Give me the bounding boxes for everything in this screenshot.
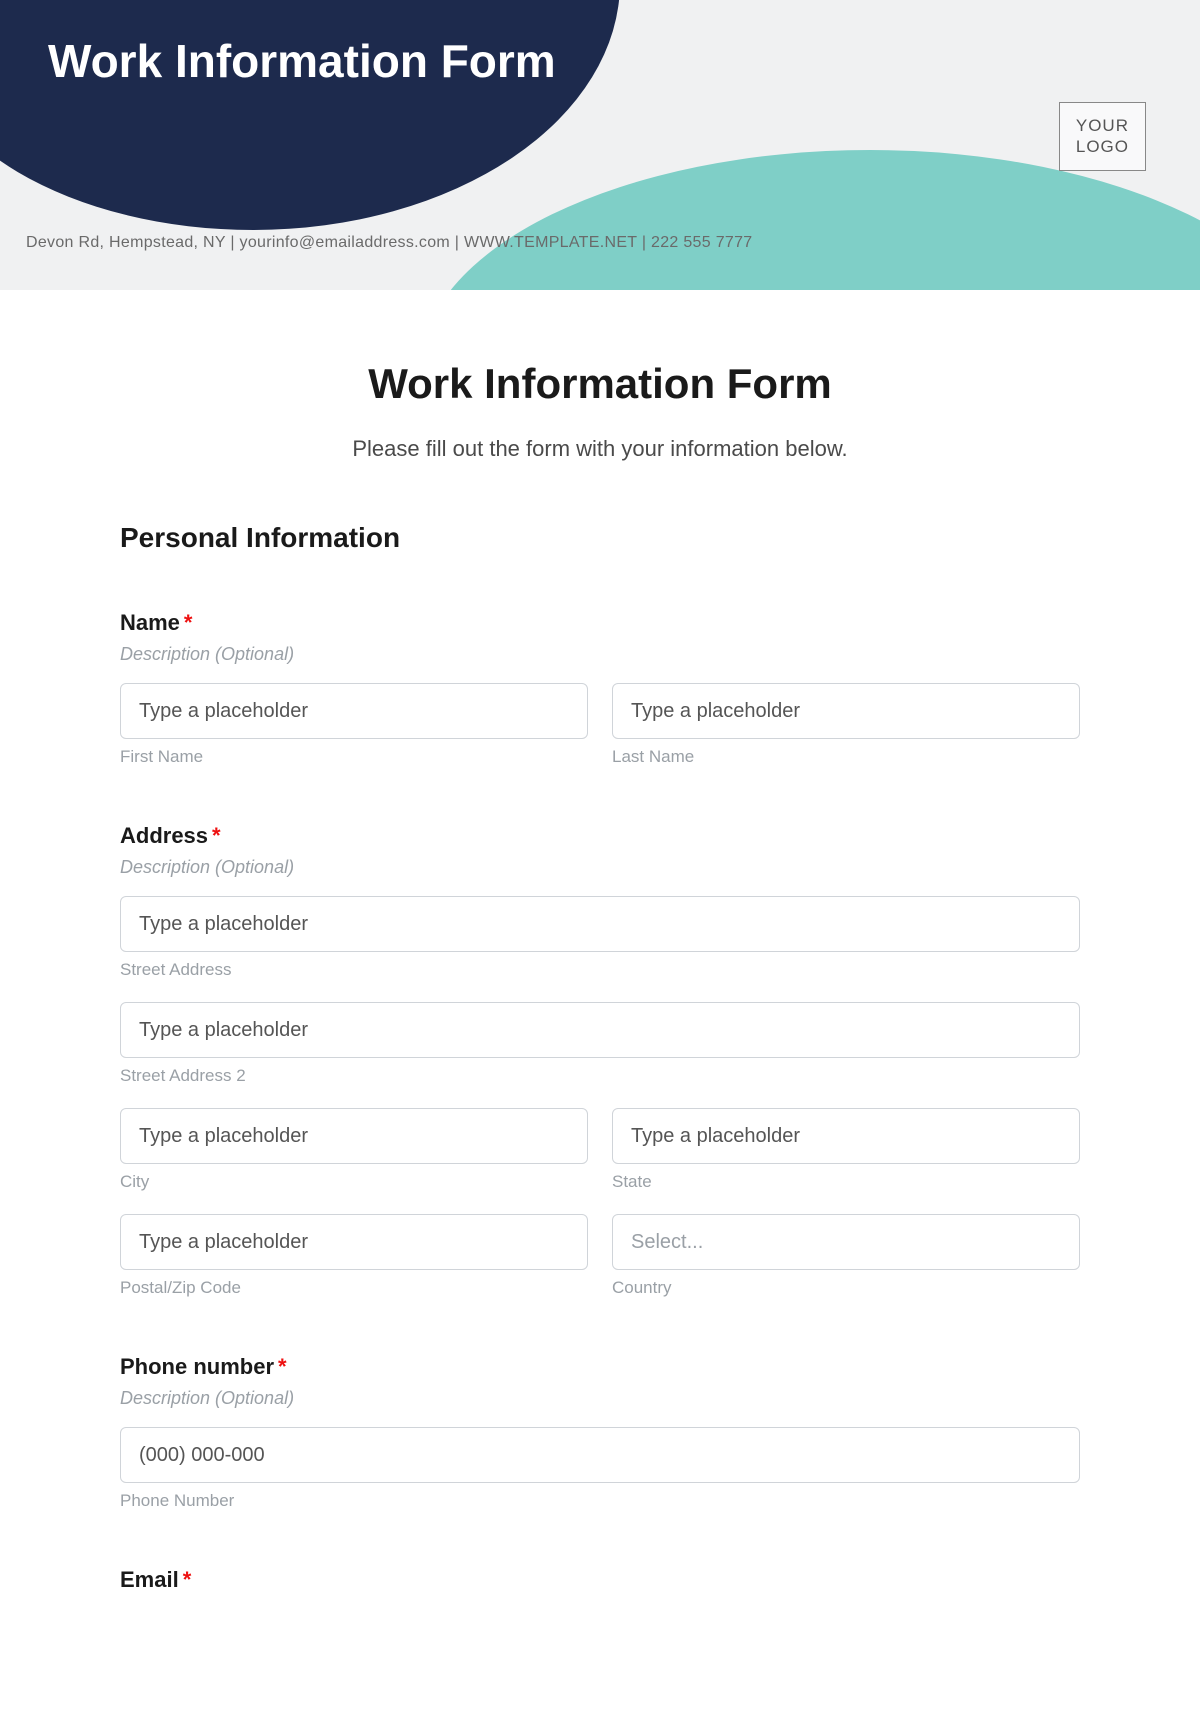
required-mark: * bbox=[183, 1567, 192, 1592]
logo-line-2: LOGO bbox=[1076, 136, 1129, 157]
country-select-placeholder: Select... bbox=[631, 1231, 703, 1254]
field-group-email: Email* bbox=[120, 1567, 1080, 1593]
field-group-address: Address* Description (Optional) Street A… bbox=[120, 823, 1080, 1298]
country-select[interactable]: Select... bbox=[612, 1214, 1080, 1270]
logo-placeholder: YOUR LOGO bbox=[1059, 102, 1146, 171]
state-input[interactable] bbox=[612, 1108, 1080, 1164]
last-name-sublabel: Last Name bbox=[612, 747, 1080, 767]
zip-sublabel: Postal/Zip Code bbox=[120, 1278, 588, 1298]
form-page: Work Information Form Please fill out th… bbox=[0, 290, 1200, 1729]
phone-sublabel: Phone Number bbox=[120, 1491, 1080, 1511]
email-label: Email* bbox=[120, 1567, 1080, 1593]
phone-description: Description (Optional) bbox=[120, 1388, 1080, 1409]
city-input[interactable] bbox=[120, 1108, 588, 1164]
first-name-input[interactable] bbox=[120, 683, 588, 739]
required-mark: * bbox=[184, 610, 193, 635]
phone-label: Phone number* bbox=[120, 1354, 1080, 1380]
phone-input[interactable] bbox=[120, 1427, 1080, 1483]
decor-wave-teal-bottom bbox=[420, 150, 1200, 290]
field-group-phone: Phone number* Description (Optional) Pho… bbox=[120, 1354, 1080, 1511]
last-name-input[interactable] bbox=[612, 683, 1080, 739]
required-mark: * bbox=[212, 823, 221, 848]
section-personal-title: Personal Information bbox=[120, 522, 1080, 554]
field-group-name: Name* Description (Optional) First Name … bbox=[120, 610, 1080, 767]
street-address-2-input[interactable] bbox=[120, 1002, 1080, 1058]
street-address-2-sublabel: Street Address 2 bbox=[120, 1066, 1080, 1086]
zip-input[interactable] bbox=[120, 1214, 588, 1270]
name-label-text: Name bbox=[120, 610, 180, 635]
banner: Work Information Form YOUR LOGO Devon Rd… bbox=[0, 0, 1200, 290]
street-address-sublabel: Street Address bbox=[120, 960, 1080, 980]
name-label: Name* bbox=[120, 610, 1080, 636]
banner-title: Work Information Form bbox=[48, 34, 556, 88]
form-heading: Work Information Form bbox=[120, 360, 1080, 408]
form-subheading: Please fill out the form with your infor… bbox=[120, 436, 1080, 462]
logo-line-1: YOUR bbox=[1076, 115, 1129, 136]
name-description: Description (Optional) bbox=[120, 644, 1080, 665]
first-name-sublabel: First Name bbox=[120, 747, 588, 767]
email-label-text: Email bbox=[120, 1567, 179, 1592]
city-sublabel: City bbox=[120, 1172, 588, 1192]
state-sublabel: State bbox=[612, 1172, 1080, 1192]
street-address-input[interactable] bbox=[120, 896, 1080, 952]
required-mark: * bbox=[278, 1354, 287, 1379]
phone-label-text: Phone number bbox=[120, 1354, 274, 1379]
country-sublabel: Country bbox=[612, 1278, 1080, 1298]
address-description: Description (Optional) bbox=[120, 857, 1080, 878]
address-label-text: Address bbox=[120, 823, 208, 848]
address-label: Address* bbox=[120, 823, 1080, 849]
contact-line: Devon Rd, Hempstead, NY | yourinfo@email… bbox=[26, 234, 753, 252]
